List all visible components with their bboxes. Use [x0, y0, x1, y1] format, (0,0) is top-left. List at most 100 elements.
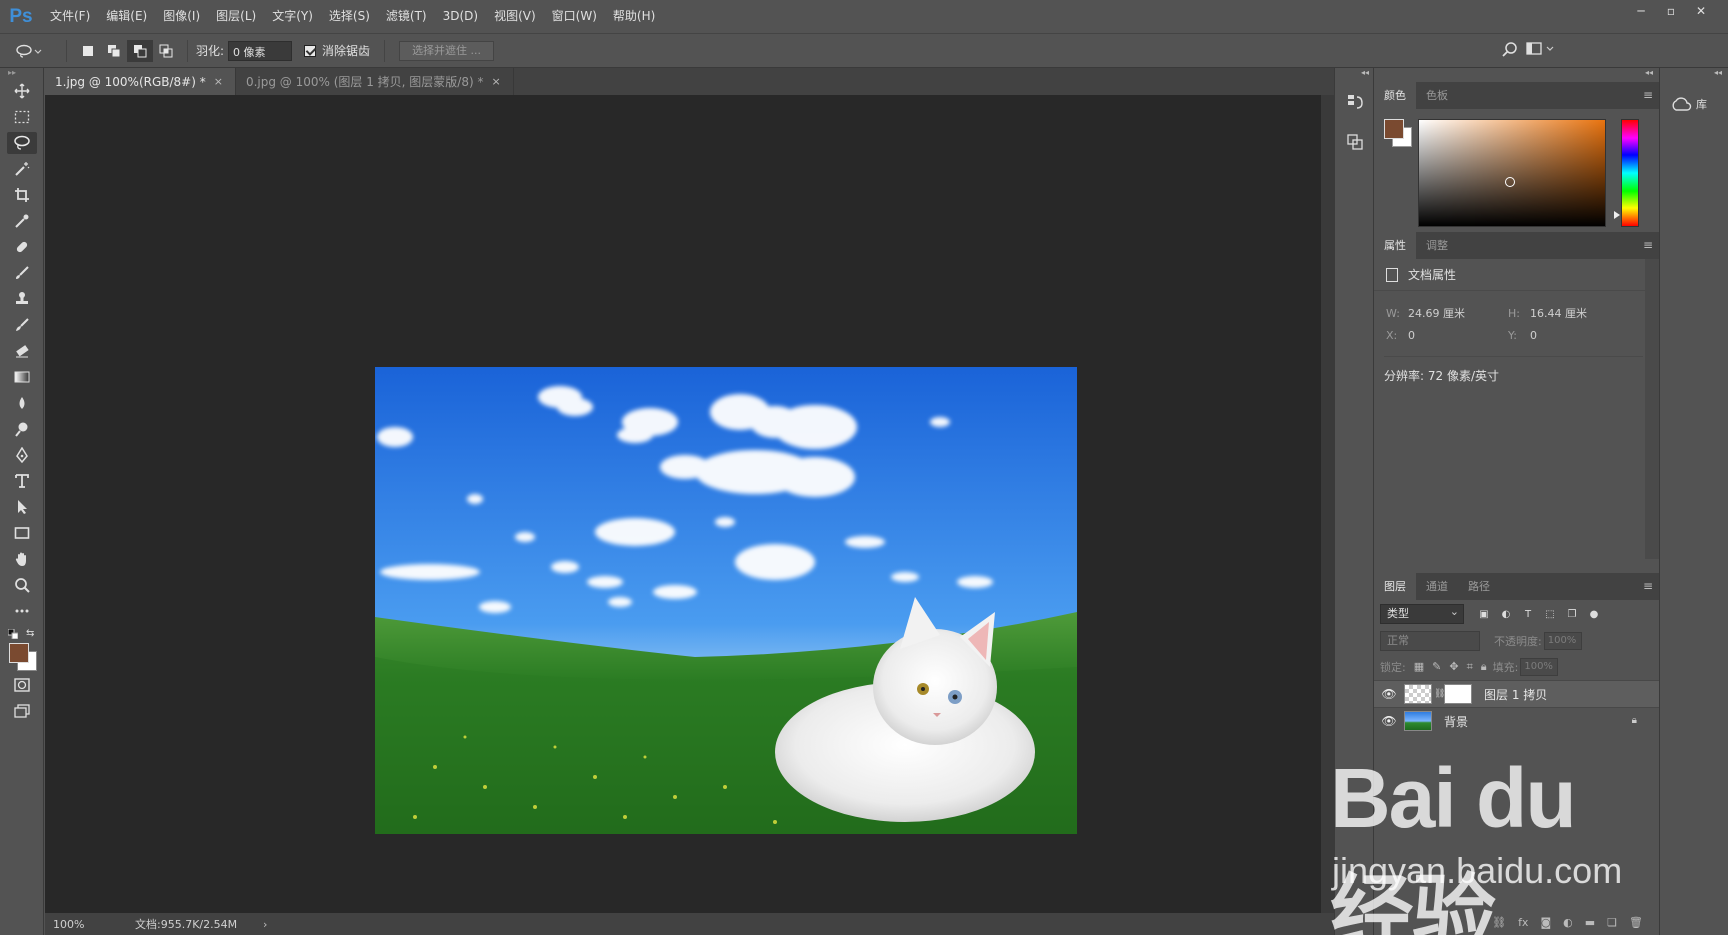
eye-icon[interactable]: 👁︎: [1374, 714, 1404, 728]
menu-filter[interactable]: 滤镜(T): [378, 0, 435, 33]
layer-row[interactable]: 👁︎ ⛓︎ 图层 1 拷贝: [1374, 680, 1659, 707]
x-value[interactable]: 0: [1408, 329, 1415, 342]
transform-panel-icon[interactable]: [1335, 122, 1375, 162]
rectangle-tool[interactable]: [0, 520, 44, 546]
type-tool[interactable]: [0, 468, 44, 494]
collapse-icon[interactable]: ◂◂: [1660, 68, 1728, 78]
blend-mode-select[interactable]: 正常: [1380, 631, 1480, 651]
pen-tool[interactable]: [0, 442, 44, 468]
link-layers-icon[interactable]: ⛓︎: [1492, 916, 1506, 929]
trash-icon[interactable]: 🗑︎: [1629, 916, 1643, 929]
eyedropper-tool[interactable]: [0, 208, 44, 234]
marquee-tool[interactable]: [0, 104, 44, 130]
eraser-tool[interactable]: [0, 338, 44, 364]
tab-document-1[interactable]: 1.jpg @ 100%(RGB/8#) * ×: [45, 68, 236, 95]
tab-channels[interactable]: 通道: [1416, 573, 1458, 600]
minimize-button[interactable]: ─: [1626, 0, 1656, 22]
path-selection-tool[interactable]: [0, 494, 44, 520]
picker-cursor[interactable]: [1505, 177, 1515, 187]
panel-grip-icon[interactable]: ▸▸: [0, 68, 43, 78]
move-tool[interactable]: [0, 78, 44, 104]
document-image[interactable]: [375, 367, 1077, 834]
link-icon[interactable]: ⛓︎: [1434, 689, 1445, 699]
lock-position-icon[interactable]: ✥: [1449, 660, 1458, 674]
magic-wand-tool[interactable]: [0, 156, 44, 182]
menu-edit[interactable]: 编辑(E): [98, 0, 155, 33]
menu-help[interactable]: 帮助(H): [605, 0, 663, 33]
feather-input[interactable]: 0 像素: [228, 40, 293, 61]
kind-filter-select[interactable]: 类型: [1380, 603, 1464, 624]
workspace-icon[interactable]: [1526, 42, 1556, 59]
zoom-level[interactable]: 100%: [45, 918, 105, 931]
tab-color[interactable]: 颜色: [1374, 82, 1416, 109]
gradient-tool[interactable]: [0, 364, 44, 390]
lasso-preset-icon[interactable]: [0, 40, 58, 62]
menu-file[interactable]: 文件(F): [42, 0, 98, 33]
eye-icon[interactable]: 👁︎: [1374, 687, 1404, 701]
brush-tool[interactable]: [0, 260, 44, 286]
zoom-tool[interactable]: [0, 572, 44, 598]
lasso-tool[interactable]: [0, 130, 44, 156]
fx-icon[interactable]: fx: [1518, 916, 1528, 929]
dodge-tool[interactable]: [0, 416, 44, 442]
collapse-icon[interactable]: ◂◂: [1374, 68, 1659, 82]
layer-mask-thumbnail[interactable]: [1444, 684, 1472, 704]
canvas-vertical-scrollbar[interactable]: [1321, 95, 1334, 913]
stamp-tool[interactable]: [0, 286, 44, 312]
healing-brush-tool[interactable]: [0, 234, 44, 260]
library-button[interactable]: 库: [1660, 78, 1728, 112]
tab-swatches[interactable]: 色板: [1416, 82, 1458, 109]
hand-tool[interactable]: [0, 546, 44, 572]
fill-input[interactable]: 100%: [1520, 658, 1559, 676]
height-value[interactable]: 16.44 厘米: [1530, 307, 1587, 320]
restore-button[interactable]: ▫: [1656, 0, 1686, 22]
panel-menu-icon[interactable]: ≡: [1643, 579, 1653, 593]
close-icon[interactable]: ×: [491, 75, 500, 88]
layer-name[interactable]: 图层 1 拷贝: [1484, 686, 1547, 703]
filter-toggle-icon[interactable]: ●: [1588, 608, 1600, 620]
screen-mode-tool[interactable]: [0, 698, 44, 724]
new-layer-icon[interactable]: ❏: [1607, 916, 1617, 929]
adjustment-filter-icon[interactable]: ◐: [1500, 608, 1512, 620]
hue-arrow-icon[interactable]: [1614, 211, 1620, 219]
opacity-input[interactable]: 100%: [1543, 632, 1582, 650]
properties-scrollbar[interactable]: [1645, 259, 1659, 559]
collapse-icon[interactable]: ◂◂: [1335, 68, 1373, 82]
y-value[interactable]: 0: [1530, 329, 1537, 342]
history-panel-icon[interactable]: [1335, 82, 1375, 122]
crop-tool[interactable]: [0, 182, 44, 208]
tab-document-2[interactable]: 0.jpg @ 100% (图层 1 拷贝, 图层蒙版/8) * ×: [236, 68, 514, 95]
menu-view[interactable]: 视图(V): [486, 0, 544, 33]
type-filter-icon[interactable]: T: [1522, 608, 1534, 620]
more-tools[interactable]: [0, 598, 44, 624]
pixel-filter-icon[interactable]: ▣: [1478, 608, 1490, 620]
layer-row[interactable]: 👁︎ 背景 🔒︎: [1374, 707, 1659, 734]
foreground-color-swatch[interactable]: [9, 643, 29, 663]
tab-paths[interactable]: 路径: [1458, 573, 1500, 600]
lock-all-icon[interactable]: 🔒︎: [1481, 660, 1487, 674]
shape-filter-icon[interactable]: ⬚: [1544, 608, 1556, 620]
hue-slider[interactable]: [1621, 119, 1639, 227]
menu-image[interactable]: 图像(I): [155, 0, 208, 33]
close-icon[interactable]: ×: [214, 75, 223, 88]
layer-name[interactable]: 背景: [1444, 713, 1468, 730]
tab-properties[interactable]: 属性: [1374, 232, 1416, 259]
default-colors-icon[interactable]: [7, 628, 19, 642]
panel-menu-icon[interactable]: ≡: [1643, 238, 1653, 252]
menu-window[interactable]: 窗口(W): [544, 0, 605, 33]
tab-adjustments[interactable]: 调整: [1416, 232, 1458, 259]
foreground-color[interactable]: [1384, 119, 1404, 139]
lock-transparent-icon[interactable]: ▦: [1414, 660, 1424, 674]
quick-mask-tool[interactable]: [0, 672, 44, 698]
antialias-checkbox[interactable]: [304, 44, 317, 57]
panel-menu-icon[interactable]: ≡: [1643, 88, 1653, 102]
history-brush-tool[interactable]: [0, 312, 44, 338]
menu-layer[interactable]: 图层(L): [208, 0, 264, 33]
canvas-area[interactable]: [45, 95, 1321, 913]
menu-type[interactable]: 文字(Y): [264, 0, 321, 33]
subtract-selection-icon[interactable]: [127, 39, 153, 62]
select-and-mask-button[interactable]: 选择并遮住 ...: [399, 40, 495, 61]
add-mask-icon[interactable]: ◙: [1540, 916, 1551, 929]
intersect-selection-icon[interactable]: [153, 40, 179, 62]
adjustment-layer-icon[interactable]: ◐: [1563, 916, 1573, 929]
